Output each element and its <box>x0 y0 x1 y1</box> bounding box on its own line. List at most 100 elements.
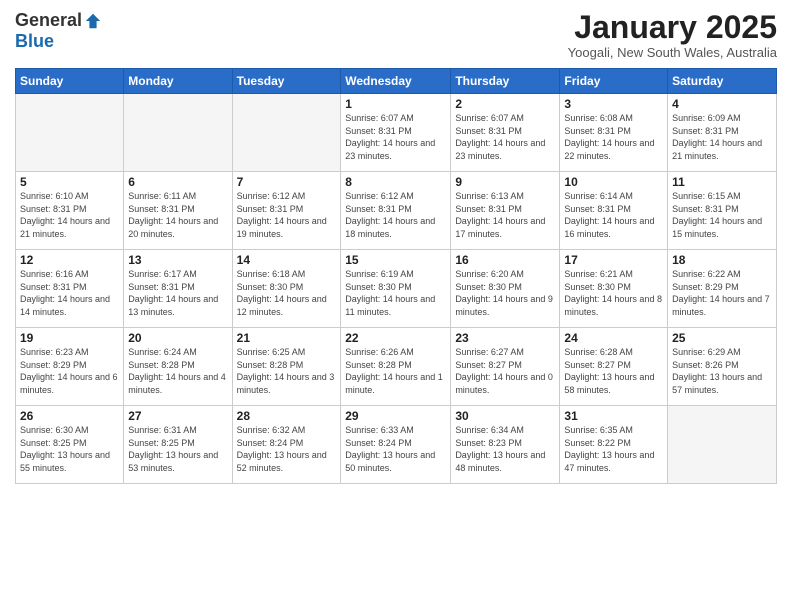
day-number: 14 <box>237 253 337 267</box>
calendar-cell: 31 Sunrise: 6:35 AMSunset: 8:22 PMDayligh… <box>560 406 668 484</box>
calendar-cell: 6 Sunrise: 6:11 AMSunset: 8:31 PMDaylight… <box>124 172 232 250</box>
calendar-cell: 23 Sunrise: 6:27 AMSunset: 8:27 PMDayligh… <box>451 328 560 406</box>
day-info: Sunrise: 6:18 AMSunset: 8:30 PMDaylight:… <box>237 269 327 317</box>
page: General Blue January 2025 Yoogali, New S… <box>0 0 792 612</box>
day-info: Sunrise: 6:19 AMSunset: 8:30 PMDaylight:… <box>345 269 435 317</box>
calendar-cell: 22 Sunrise: 6:26 AMSunset: 8:28 PMDayligh… <box>341 328 451 406</box>
day-number: 15 <box>345 253 446 267</box>
day-number: 6 <box>128 175 227 189</box>
day-info: Sunrise: 6:30 AMSunset: 8:25 PMDaylight:… <box>20 425 110 473</box>
calendar-cell: 26 Sunrise: 6:30 AMSunset: 8:25 PMDayligh… <box>16 406 124 484</box>
day-header-sunday: Sunday <box>16 69 124 94</box>
calendar-table: SundayMondayTuesdayWednesdayThursdayFrid… <box>15 68 777 484</box>
day-number: 10 <box>564 175 663 189</box>
calendar-cell: 3Sunrise: 6:08 AMSunset: 8:31 PMDaylight… <box>560 94 668 172</box>
day-number: 7 <box>237 175 337 189</box>
day-number: 1 <box>345 97 446 111</box>
day-info: Sunrise: 6:20 AMSunset: 8:30 PMDaylight:… <box>455 269 553 317</box>
calendar-cell: 27 Sunrise: 6:31 AMSunset: 8:25 PMDayligh… <box>124 406 232 484</box>
day-info: Sunrise: 6:24 AMSunset: 8:28 PMDaylight:… <box>128 347 226 395</box>
day-info: Sunrise: 6:34 AMSunset: 8:23 PMDaylight:… <box>455 425 545 473</box>
day-number: 31 <box>564 409 663 423</box>
day-header-tuesday: Tuesday <box>232 69 341 94</box>
day-number: 22 <box>345 331 446 345</box>
day-number: 19 <box>20 331 119 345</box>
day-number: 13 <box>128 253 227 267</box>
day-number: 16 <box>455 253 555 267</box>
day-info: Sunrise: 6:21 AMSunset: 8:30 PMDaylight:… <box>564 269 662 317</box>
day-info: Sunrise: 6:32 AMSunset: 8:24 PMDaylight:… <box>237 425 327 473</box>
day-info: Sunrise: 6:25 AMSunset: 8:28 PMDaylight:… <box>237 347 335 395</box>
calendar-cell: 30 Sunrise: 6:34 AMSunset: 8:23 PMDayligh… <box>451 406 560 484</box>
logo-general: General <box>15 10 82 31</box>
day-info: Sunrise: 6:11 AMSunset: 8:31 PMDaylight:… <box>128 191 218 239</box>
day-info: Sunrise: 6:15 AMSunset: 8:31 PMDaylight:… <box>672 191 762 239</box>
calendar-cell: 20 Sunrise: 6:24 AMSunset: 8:28 PMDayligh… <box>124 328 232 406</box>
day-info: Sunrise: 6:23 AMSunset: 8:29 PMDaylight:… <box>20 347 118 395</box>
day-info: Sunrise: 6:12 AMSunset: 8:31 PMDaylight:… <box>345 191 435 239</box>
day-header-friday: Friday <box>560 69 668 94</box>
logo-blue: Blue <box>15 31 54 52</box>
day-info: Sunrise: 6:22 AMSunset: 8:29 PMDaylight:… <box>672 269 770 317</box>
calendar-cell: 12 Sunrise: 6:16 AMSunset: 8:31 PMDayligh… <box>16 250 124 328</box>
calendar-cell: 21 Sunrise: 6:25 AMSunset: 8:28 PMDayligh… <box>232 328 341 406</box>
calendar-week-row: 26 Sunrise: 6:30 AMSunset: 8:25 PMDayligh… <box>16 406 777 484</box>
calendar-cell <box>124 94 232 172</box>
calendar-week-row: 1 Sunrise: 6:07 AMSunset: 8:31 PMDaylight… <box>16 94 777 172</box>
day-info: Sunrise: 6:27 AMSunset: 8:27 PMDaylight:… <box>455 347 553 395</box>
calendar-cell: 17Sunrise: 6:21 AMSunset: 8:30 PMDayligh… <box>560 250 668 328</box>
day-header-saturday: Saturday <box>668 69 777 94</box>
day-number: 2 <box>455 97 555 111</box>
day-number: 26 <box>20 409 119 423</box>
location: Yoogali, New South Wales, Australia <box>568 45 777 60</box>
calendar-cell: 24Sunrise: 6:28 AMSunset: 8:27 PMDayligh… <box>560 328 668 406</box>
day-number: 23 <box>455 331 555 345</box>
calendar-cell: 9Sunrise: 6:13 AMSunset: 8:31 PMDaylight… <box>451 172 560 250</box>
calendar-cell: 13Sunrise: 6:17 AMSunset: 8:31 PMDayligh… <box>124 250 232 328</box>
day-number: 24 <box>564 331 663 345</box>
calendar-week-row: 12 Sunrise: 6:16 AMSunset: 8:31 PMDayligh… <box>16 250 777 328</box>
day-info: Sunrise: 6:12 AMSunset: 8:31 PMDaylight:… <box>237 191 327 239</box>
day-info: Sunrise: 6:16 AMSunset: 8:31 PMDaylight:… <box>20 269 110 317</box>
day-number: 27 <box>128 409 227 423</box>
day-number: 25 <box>672 331 772 345</box>
header: General Blue January 2025 Yoogali, New S… <box>15 10 777 60</box>
calendar-cell: 2 Sunrise: 6:07 AMSunset: 8:31 PMDaylight… <box>451 94 560 172</box>
day-info: Sunrise: 6:29 AMSunset: 8:26 PMDaylight:… <box>672 347 762 395</box>
day-number: 9 <box>455 175 555 189</box>
calendar-cell: 10Sunrise: 6:14 AMSunset: 8:31 PMDayligh… <box>560 172 668 250</box>
calendar-cell: 25 Sunrise: 6:29 AMSunset: 8:26 PMDayligh… <box>668 328 777 406</box>
day-header-wednesday: Wednesday <box>341 69 451 94</box>
logo-text: General <box>15 10 102 31</box>
calendar-cell: 14 Sunrise: 6:18 AMSunset: 8:30 PMDayligh… <box>232 250 341 328</box>
calendar-cell: 15 Sunrise: 6:19 AMSunset: 8:30 PMDayligh… <box>341 250 451 328</box>
day-header-monday: Monday <box>124 69 232 94</box>
calendar-cell: 16 Sunrise: 6:20 AMSunset: 8:30 PMDayligh… <box>451 250 560 328</box>
day-info: Sunrise: 6:08 AMSunset: 8:31 PMDaylight:… <box>564 113 654 161</box>
calendar-week-row: 5Sunrise: 6:10 AMSunset: 8:31 PMDaylight… <box>16 172 777 250</box>
day-number: 12 <box>20 253 119 267</box>
month-title: January 2025 <box>568 10 777 45</box>
day-info: Sunrise: 6:07 AMSunset: 8:31 PMDaylight:… <box>455 113 545 161</box>
day-header-thursday: Thursday <box>451 69 560 94</box>
calendar-cell <box>668 406 777 484</box>
calendar-cell: 4Sunrise: 6:09 AMSunset: 8:31 PMDaylight… <box>668 94 777 172</box>
day-number: 20 <box>128 331 227 345</box>
day-number: 29 <box>345 409 446 423</box>
calendar-cell: 28Sunrise: 6:32 AMSunset: 8:24 PMDayligh… <box>232 406 341 484</box>
calendar-cell: 1Sunrise: 6:07 AMSunset: 8:31 PMDaylight… <box>341 94 451 172</box>
day-number: 30 <box>455 409 555 423</box>
day-number: 21 <box>237 331 337 345</box>
day-number: 18 <box>672 253 772 267</box>
calendar-cell: 7 Sunrise: 6:12 AMSunset: 8:31 PMDaylight… <box>232 172 341 250</box>
day-info: Sunrise: 6:26 AMSunset: 8:28 PMDaylight:… <box>345 347 443 395</box>
calendar-cell: 29Sunrise: 6:33 AMSunset: 8:24 PMDayligh… <box>341 406 451 484</box>
day-number: 11 <box>672 175 772 189</box>
calendar-cell: 8 Sunrise: 6:12 AMSunset: 8:31 PMDaylight… <box>341 172 451 250</box>
day-info: Sunrise: 6:31 AMSunset: 8:25 PMDaylight:… <box>128 425 218 473</box>
day-number: 8 <box>345 175 446 189</box>
calendar-cell: 18 Sunrise: 6:22 AMSunset: 8:29 PMDayligh… <box>668 250 777 328</box>
day-info: Sunrise: 6:35 AMSunset: 8:22 PMDaylight:… <box>564 425 654 473</box>
title-section: January 2025 Yoogali, New South Wales, A… <box>568 10 777 60</box>
calendar-cell <box>232 94 341 172</box>
